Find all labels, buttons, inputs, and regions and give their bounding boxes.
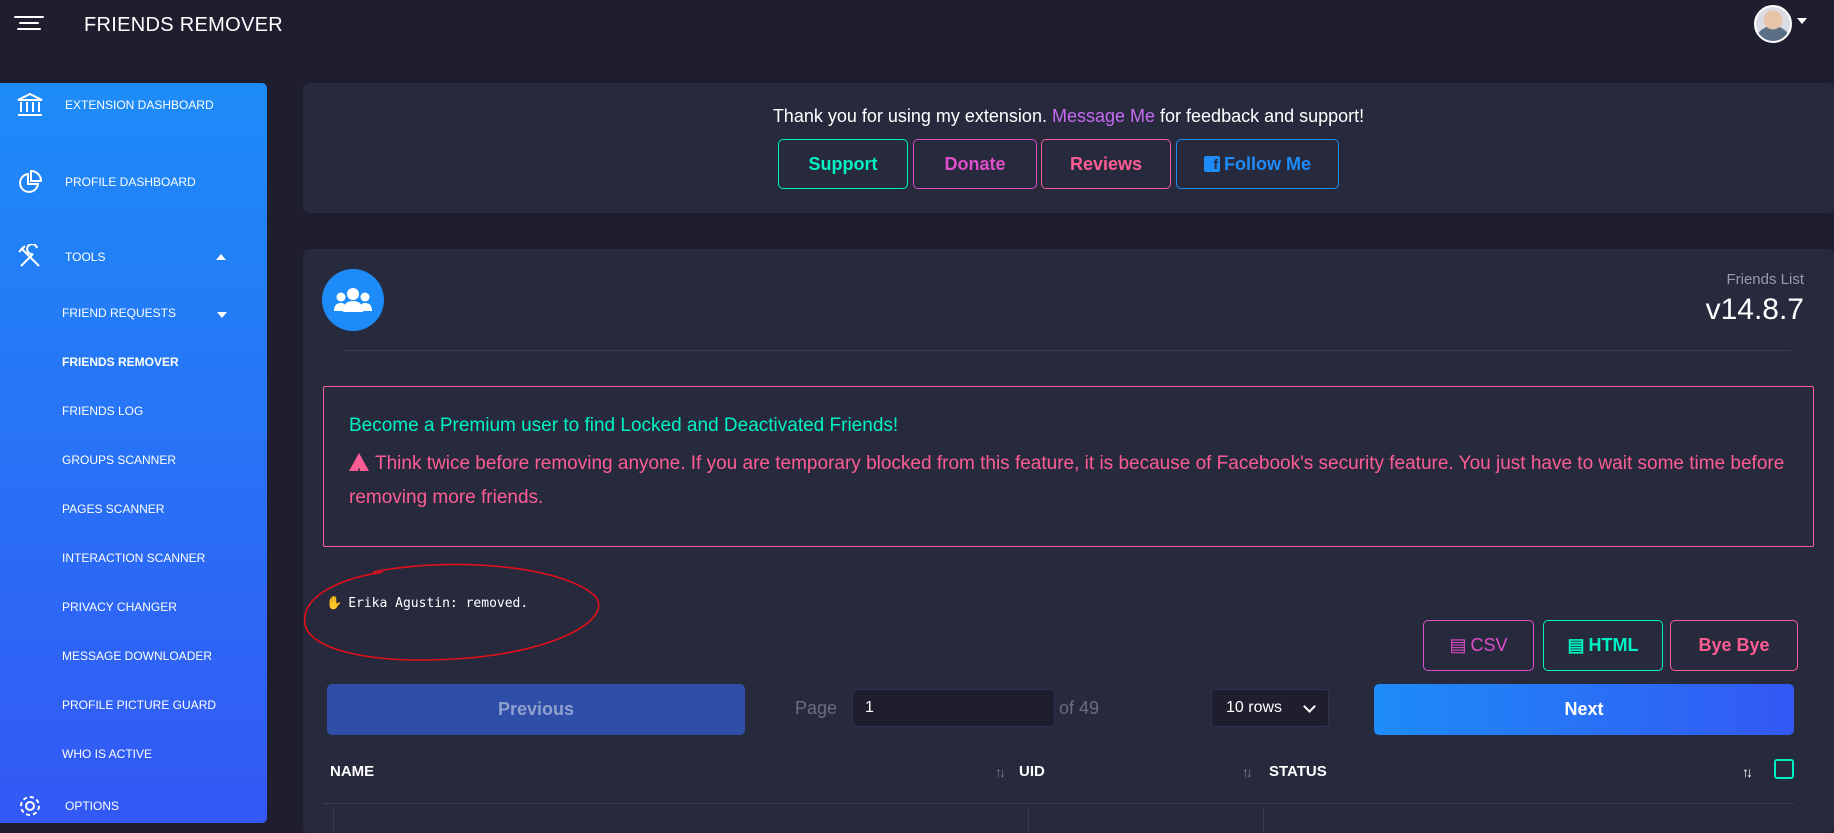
sort-icon[interactable]: ↑↓	[995, 764, 1006, 780]
csv-label: CSV	[1470, 635, 1508, 655]
top-navbar: FRIENDS REMOVER	[0, 0, 1834, 50]
sidebar-item-who-is-active[interactable]: WHO IS ACTIVE	[62, 747, 152, 761]
column-header-status[interactable]: STATUS	[1269, 763, 1327, 780]
facebook-icon: f	[1204, 156, 1220, 172]
caret-down-icon[interactable]	[1797, 18, 1807, 24]
sidebar-item-label: TOOLS	[65, 250, 106, 264]
sidebar: EXTENSION DASHBOARD PROFILE DASHBOARD TO…	[0, 83, 267, 823]
thanks-suffix: for feedback and support!	[1160, 106, 1365, 126]
warning-icon	[349, 453, 369, 490]
message-me-link[interactable]: Message Me	[1052, 106, 1155, 126]
bye-bye-button[interactable]: Bye Bye	[1670, 620, 1798, 671]
warning-text: Think twice before removing anyone. If y…	[349, 447, 1789, 515]
sidebar-item-message-downloader[interactable]: MESSAGE DOWNLOADER	[62, 649, 212, 663]
premium-notice: Become a Premium user to find Locked and…	[349, 415, 899, 436]
page-title: FRIENDS REMOVER	[84, 14, 283, 36]
next-button[interactable]: Next	[1374, 684, 1794, 735]
version-label: v14.8.7	[1705, 293, 1804, 326]
red-annotation-circle	[303, 563, 600, 661]
sidebar-item-groups-scanner[interactable]: GROUPS SCANNER	[62, 453, 176, 467]
sidebar-item-extension-dashboard[interactable]: EXTENSION DASHBOARD	[0, 85, 267, 125]
friends-list-card: Friends List v14.8.7 Become a Premium us…	[303, 249, 1834, 833]
column-header-name[interactable]: NAME	[330, 763, 374, 780]
reviews-button[interactable]: Reviews	[1041, 139, 1171, 189]
file-csv-icon: ▤	[1449, 635, 1467, 655]
removal-log-message: ✋ Erika Agustin: removed.	[326, 596, 528, 611]
file-html-icon: ▤	[1567, 635, 1585, 655]
html-label: HTML	[1588, 635, 1639, 655]
thanks-text: Thank you for using my extension. Messag…	[303, 106, 1834, 127]
sidebar-item-friends-log[interactable]: FRIENDS LOG	[62, 404, 143, 418]
sort-icon[interactable]: ↑↓	[1242, 764, 1253, 780]
divider	[343, 350, 1791, 351]
gear-icon	[16, 792, 44, 820]
thanks-prefix: Thank you for using my extension.	[772, 106, 1047, 126]
csv-export-button[interactable]: ▤ CSV	[1423, 620, 1534, 671]
page-label: Page	[795, 698, 838, 718]
sidebar-item-interaction-scanner[interactable]: INTERACTION SCANNER	[62, 551, 205, 565]
warning-message: Think twice before removing anyone. If y…	[349, 453, 1785, 508]
sidebar-item-options[interactable]: OPTIONS	[0, 786, 267, 826]
sidebar-item-pages-scanner[interactable]: PAGES SCANNER	[62, 502, 164, 516]
previous-button[interactable]: Previous	[327, 684, 745, 735]
friends-list-label: Friends List	[1726, 271, 1804, 288]
donate-button[interactable]: Donate	[913, 139, 1037, 189]
sort-icon[interactable]: ↑↓	[1742, 764, 1753, 780]
menu-toggle-icon[interactable]	[14, 12, 44, 36]
html-export-button[interactable]: ▤ HTML	[1543, 620, 1663, 671]
rows-value: 10 rows	[1226, 699, 1283, 716]
sidebar-item-profile-picture-guard[interactable]: PROFILE PICTURE GUARD	[62, 698, 216, 712]
follow-me-label: Follow Me	[1224, 153, 1311, 174]
sidebar-item-label: OPTIONS	[65, 799, 120, 813]
pie-chart-icon	[16, 168, 44, 196]
rows-per-page-select[interactable]: 10 rows	[1211, 689, 1329, 727]
sidebar-item-friends-remover[interactable]: FRIENDS REMOVER	[62, 355, 179, 369]
follow-me-button[interactable]: f Follow Me	[1176, 139, 1339, 189]
sidebar-item-label: PROFILE DASHBOARD	[65, 175, 196, 189]
sidebar-item-label: EXTENSION DASHBOARD	[65, 98, 214, 112]
support-button[interactable]: Support	[778, 139, 908, 189]
caret-up-icon	[216, 254, 226, 260]
table-cell-border	[333, 809, 334, 833]
user-avatar[interactable]	[1754, 5, 1792, 43]
users-icon	[322, 269, 384, 331]
sidebar-item-friend-requests[interactable]: FRIEND REQUESTS	[62, 306, 176, 320]
column-header-uid[interactable]: UID	[1019, 763, 1045, 780]
total-pages-label: of 49	[1059, 698, 1100, 718]
tools-icon	[16, 243, 44, 271]
select-all-checkbox[interactable]	[1774, 759, 1794, 779]
sidebar-item-tools[interactable]: TOOLS	[0, 237, 267, 277]
support-banner: Thank you for using my extension. Messag…	[303, 83, 1834, 213]
table-header-divider	[323, 803, 1794, 804]
sidebar-item-profile-dashboard[interactable]: PROFILE DASHBOARD	[0, 162, 267, 202]
chevron-down-icon	[1303, 700, 1316, 713]
table-cell-border	[1263, 809, 1264, 833]
sidebar-item-privacy-changer[interactable]: PRIVACY CHANGER	[62, 600, 177, 614]
log-text: Erika Agustin: removed.	[348, 596, 529, 611]
waving-hand-icon: ✋	[326, 596, 343, 611]
warning-alert: Become a Premium user to find Locked and…	[323, 386, 1814, 547]
bank-icon	[16, 91, 44, 119]
page-number-input[interactable]	[852, 689, 1055, 727]
table-cell-border	[1028, 809, 1029, 833]
caret-down-icon	[217, 312, 227, 318]
